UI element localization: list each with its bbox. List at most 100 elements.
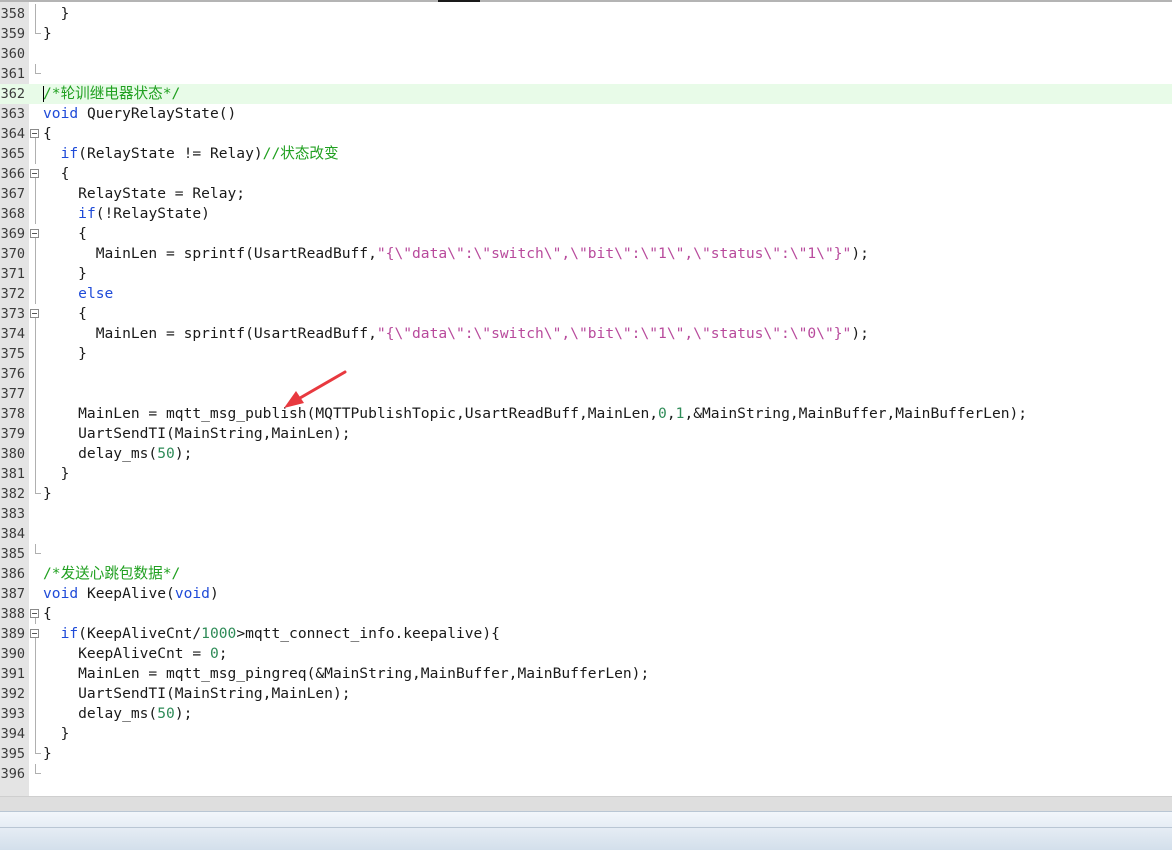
line-number: 377: [0, 384, 26, 404]
code-line[interactable]: 379 UartSendTI(MainString,MainLen);: [0, 424, 1172, 444]
code-line[interactable]: 377: [0, 384, 1172, 404]
window-top-border: [0, 0, 1172, 2]
code-line[interactable]: 388 {: [0, 604, 1172, 624]
collapse-toggle-icon[interactable]: [30, 629, 39, 638]
code-line[interactable]: 370 MainLen = sprintf(UsartReadBuff,"{\"…: [0, 244, 1172, 264]
code-text[interactable]: MainLen = mqtt_msg_pingreq(&MainString,M…: [43, 664, 649, 684]
code-line[interactable]: 390 KeepAliveCnt = 0;: [0, 644, 1172, 664]
code-line[interactable]: 373 {: [0, 304, 1172, 324]
code-text[interactable]: UartSendTI(MainString,MainLen);: [43, 684, 350, 704]
line-number-text: 382: [0, 486, 25, 502]
code-text[interactable]: else: [43, 284, 113, 304]
code-line[interactable]: 371 }: [0, 264, 1172, 284]
code-line[interactable]: 391 MainLen = mqtt_msg_pingreq(&MainStri…: [0, 664, 1172, 684]
code-line[interactable]: 392 UartSendTI(MainString,MainLen);: [0, 684, 1172, 704]
code-line[interactable]: 369 {: [0, 224, 1172, 244]
code-line[interactable]: 374 MainLen = sprintf(UsartReadBuff,"{\"…: [0, 324, 1172, 344]
code-line[interactable]: 372 else: [0, 284, 1172, 304]
code-text[interactable]: /*发送心跳包数据*/: [43, 564, 180, 584]
code-text[interactable]: {: [43, 304, 87, 324]
code-line[interactable]: 389 if(KeepAliveCnt/1000>mqtt_connect_in…: [0, 624, 1172, 644]
code-line[interactable]: 383: [0, 504, 1172, 524]
code-line[interactable]: 384: [0, 524, 1172, 544]
code-line[interactable]: 396: [0, 764, 1172, 784]
code-text[interactable]: {: [43, 604, 52, 624]
line-number: 375: [0, 344, 26, 364]
code-text[interactable]: delay_ms(50);: [43, 704, 192, 724]
code-text[interactable]: void QueryRelayState(): [43, 104, 236, 124]
code-line[interactable]: 365 if(RelayState != Relay)//状态改变: [0, 144, 1172, 164]
code-text[interactable]: if(RelayState != Relay)//状态改变: [43, 144, 339, 164]
fold-marker[interactable]: [29, 124, 43, 144]
code-line[interactable]: 385: [0, 544, 1172, 564]
code-text[interactable]: if(KeepAliveCnt/1000>mqtt_connect_info.k…: [43, 624, 500, 644]
code-text[interactable]: MainLen = sprintf(UsartReadBuff,"{\"data…: [43, 244, 869, 264]
collapse-toggle-icon[interactable]: [30, 229, 39, 238]
fold-marker[interactable]: [29, 224, 43, 244]
code-line[interactable]: 375 }: [0, 344, 1172, 364]
code-line[interactable]: 366 {: [0, 164, 1172, 184]
fold-marker[interactable]: [29, 304, 43, 324]
collapse-toggle-icon[interactable]: [30, 129, 39, 138]
line-number: 379: [0, 424, 26, 444]
code-text[interactable]: KeepAliveCnt = 0;: [43, 644, 227, 664]
code-line[interactable]: 382}: [0, 484, 1172, 504]
line-number: 372: [0, 284, 26, 304]
code-text[interactable]: MainLen = sprintf(UsartReadBuff,"{\"data…: [43, 324, 869, 344]
code-text[interactable]: }: [43, 24, 52, 44]
line-number: 386: [0, 564, 26, 584]
fold-guide-line: [35, 644, 36, 664]
code-text[interactable]: }: [43, 4, 70, 24]
code-token: (!RelayState): [95, 205, 210, 222]
code-line[interactable]: 394 }: [0, 724, 1172, 744]
code-line[interactable]: 358 }: [0, 4, 1172, 24]
code-text[interactable]: }: [43, 484, 52, 504]
code-line[interactable]: 380 delay_ms(50);: [0, 444, 1172, 464]
fold-guide-line: [35, 404, 36, 424]
fold-marker[interactable]: [29, 624, 43, 644]
code-text[interactable]: if(!RelayState): [43, 204, 210, 224]
code-text[interactable]: void KeepAlive(void): [43, 584, 219, 604]
code-line[interactable]: 368 if(!RelayState): [0, 204, 1172, 224]
fold-marker[interactable]: [29, 604, 43, 624]
code-line[interactable]: 362 /*轮训继电器状态*/: [0, 84, 1172, 104]
code-text[interactable]: }: [43, 264, 87, 284]
collapse-toggle-icon[interactable]: [30, 309, 39, 318]
code-text[interactable]: {: [43, 124, 52, 144]
code-line[interactable]: 364 {: [0, 124, 1172, 144]
code-text[interactable]: UartSendTI(MainString,MainLen);: [43, 424, 350, 444]
code-line[interactable]: 361: [0, 64, 1172, 84]
code-line[interactable]: 359}: [0, 24, 1172, 44]
code-text[interactable]: }: [43, 464, 70, 484]
code-line[interactable]: 363 void QueryRelayState(): [0, 104, 1172, 124]
code-line[interactable]: 386 /*发送心跳包数据*/: [0, 564, 1172, 584]
collapse-toggle-icon[interactable]: [30, 609, 39, 618]
code-line[interactable]: 376: [0, 364, 1172, 384]
code-text[interactable]: MainLen = mqtt_msg_publish(MQTTPublishTo…: [43, 404, 1027, 424]
code-text[interactable]: }: [43, 724, 70, 744]
code-text[interactable]: {: [43, 224, 87, 244]
code-line[interactable]: 395}: [0, 744, 1172, 764]
code-token: MainLen = mqtt_msg_publish(MQTTPublishTo…: [43, 405, 659, 422]
horizontal-scrollbar[interactable]: [0, 796, 1172, 811]
code-token: delay_ms(: [43, 445, 158, 462]
code-token: }: [43, 265, 87, 282]
line-number-text: 386: [0, 566, 25, 582]
line-number: 367: [0, 184, 26, 204]
code-text[interactable]: /*轮训继电器状态*/: [43, 84, 180, 104]
code-line[interactable]: 387 void KeepAlive(void): [0, 584, 1172, 604]
code-text[interactable]: delay_ms(50);: [43, 444, 192, 464]
code-text[interactable]: }: [43, 744, 52, 764]
code-text[interactable]: {: [43, 164, 70, 184]
fold-marker[interactable]: [29, 164, 43, 184]
code-text[interactable]: }: [43, 344, 87, 364]
collapse-toggle-icon[interactable]: [30, 169, 39, 178]
code-line[interactable]: 367 RelayState = Relay;: [0, 184, 1172, 204]
code-line[interactable]: 360: [0, 44, 1172, 64]
code-line[interactable]: 378 MainLen = mqtt_msg_publish(MQTTPubli…: [0, 404, 1172, 424]
code-line[interactable]: 381 }: [0, 464, 1172, 484]
fold-guide-line: [35, 424, 36, 444]
code-line[interactable]: 393 delay_ms(50);: [0, 704, 1172, 724]
code-keyword: else: [78, 285, 114, 302]
code-text[interactable]: RelayState = Relay;: [43, 184, 245, 204]
